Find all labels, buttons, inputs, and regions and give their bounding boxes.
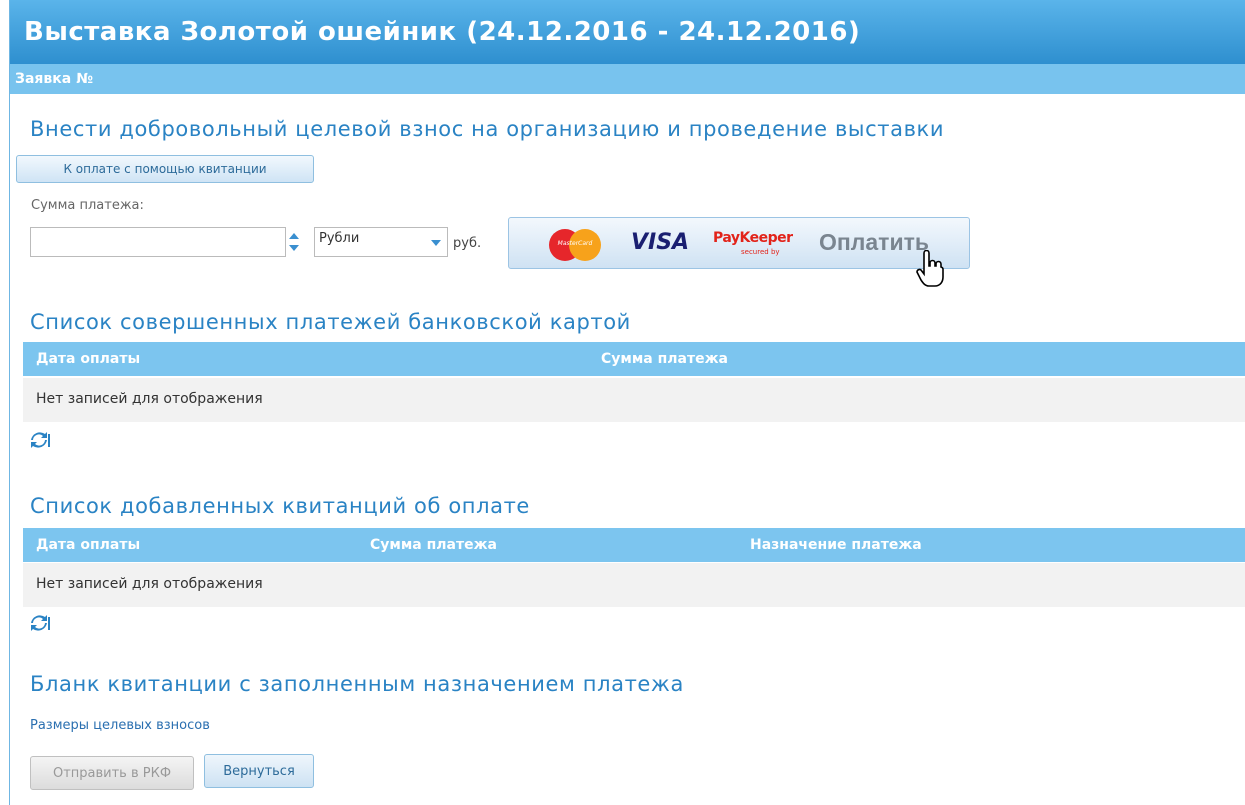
pay-online-button[interactable]: MasterCard VISA PayKeeper secured by Опл… (508, 217, 970, 269)
amount-input[interactable] (30, 227, 286, 257)
application-number: Заявка № (10, 64, 1245, 94)
fee-sizes-link[interactable]: Размеры целевых взносов (30, 718, 210, 733)
paykeeper-logo-icon: PayKeeper (713, 230, 793, 246)
page-title: Выставка Золотой ошейник (24.12.2016 - 2… (10, 0, 1245, 64)
card-payments-empty-row: Нет записей для отображения (23, 378, 1245, 422)
visa-logo-icon: VISA (631, 230, 690, 255)
column-header-amount[interactable]: Сумма платежа (370, 537, 497, 553)
blank-receipt-title: Бланк квитанции с заполненным назначение… (30, 672, 684, 696)
card-payments-table-header: Дата оплаты Сумма платежа (23, 342, 1245, 376)
mastercard-text: MasterCard (557, 240, 593, 247)
mastercard-logo-icon: MasterCard (549, 229, 601, 261)
application-frame: Выставка Золотой ошейник (24.12.2016 - 2… (9, 0, 1245, 805)
send-to-rkf-button[interactable]: Отправить в РКФ (30, 756, 194, 790)
column-header-date[interactable]: Дата оплаты (36, 351, 140, 367)
pay-by-receipt-button[interactable]: К оплате с помощью квитанции (16, 155, 314, 183)
chevron-down-icon (431, 240, 441, 246)
back-button[interactable]: Вернуться (204, 754, 314, 788)
column-header-date[interactable]: Дата оплаты (36, 537, 140, 553)
receipts-table-header: Дата оплаты Сумма платежа Назначение пла… (23, 528, 1245, 562)
refresh-icon[interactable] (31, 431, 51, 449)
currency-unit: руб. (453, 236, 482, 251)
hand-cursor-icon (916, 250, 944, 287)
currency-select[interactable]: Рубли (314, 227, 448, 257)
column-header-purpose[interactable]: Назначение платежа (750, 537, 922, 553)
column-header-amount[interactable]: Сумма платежа (601, 351, 728, 367)
currency-value: Рубли (319, 231, 360, 246)
amount-spinner[interactable] (287, 227, 301, 257)
receipts-title: Список добавленных квитанций об оплате (30, 494, 530, 518)
spin-up-icon[interactable] (289, 233, 299, 239)
card-payments-title: Список совершенных платежей банковской к… (30, 310, 631, 334)
donation-section-title: Внести добровольный целевой взнос на орг… (30, 117, 945, 141)
paykeeper-subtitle: secured by (741, 248, 780, 256)
pay-button-label: Оплатить (819, 229, 929, 255)
receipts-empty-row: Нет записей для отображения (23, 563, 1245, 607)
spin-down-icon[interactable] (289, 245, 299, 251)
amount-label: Сумма платежа: (31, 198, 144, 213)
refresh-icon[interactable] (31, 614, 51, 632)
